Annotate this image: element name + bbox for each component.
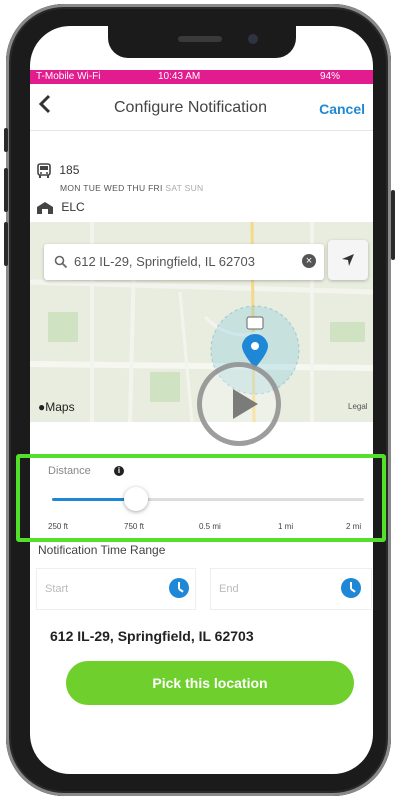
bus-icon bbox=[37, 163, 51, 178]
app-content: T-Mobile Wi-Fi 10:43 AM 94% Configure No… bbox=[30, 0, 373, 801]
bus-stop-icon bbox=[37, 201, 53, 214]
locate-me-button[interactable] bbox=[328, 240, 368, 280]
clear-icon[interactable]: × bbox=[302, 254, 316, 268]
cancel-button[interactable]: Cancel bbox=[319, 101, 365, 117]
end-placeholder: End bbox=[219, 583, 239, 595]
clock-icon[interactable] bbox=[169, 578, 189, 598]
back-button[interactable] bbox=[38, 94, 52, 120]
speaker bbox=[178, 36, 222, 42]
maps-logo-text: Maps bbox=[45, 400, 75, 414]
status-bar: T-Mobile Wi-Fi 10:43 AM 94% bbox=[30, 70, 373, 84]
address-search-field[interactable]: 612 IL-29, Springfield, IL 62703 × bbox=[44, 244, 324, 280]
carrier-label: T-Mobile Wi-Fi bbox=[36, 71, 101, 82]
location-arrow-icon bbox=[342, 254, 354, 266]
clock-icon[interactable] bbox=[341, 578, 361, 598]
selected-address: 612 IL-29, Springfield, IL 62703 bbox=[50, 628, 254, 644]
battery-label: 94% bbox=[320, 71, 341, 82]
time-range-label: Notification Time Range bbox=[38, 543, 166, 557]
days-of-week: MON TUE WED THU FRI SAT SUN bbox=[60, 183, 204, 193]
days-inactive: SAT SUN bbox=[165, 183, 204, 193]
maps-logo: ●Maps bbox=[38, 400, 75, 414]
days-active: MON TUE WED THU FRI bbox=[60, 183, 163, 193]
notch bbox=[108, 26, 296, 58]
route-number: 185 bbox=[59, 163, 80, 178]
page-title: Configure Notification bbox=[114, 99, 267, 116]
route-row: 185 bbox=[36, 163, 79, 179]
end-time-field[interactable]: End bbox=[210, 568, 372, 610]
front-camera bbox=[248, 34, 258, 44]
legal-link[interactable]: Legal bbox=[348, 402, 368, 411]
volume-down-button bbox=[4, 222, 8, 266]
silent-switch bbox=[4, 128, 8, 152]
search-icon bbox=[54, 255, 68, 269]
stop-name: ELC bbox=[61, 200, 85, 214]
chevron-left-icon bbox=[38, 94, 51, 114]
start-time-field[interactable]: Start bbox=[36, 568, 196, 610]
start-placeholder: Start bbox=[45, 583, 69, 595]
clock-label: 10:43 AM bbox=[158, 71, 201, 82]
volume-up-button bbox=[4, 168, 8, 212]
navigation-bar: Configure Notification Cancel bbox=[30, 86, 373, 131]
pick-location-button[interactable]: Pick this location bbox=[66, 661, 354, 705]
video-play-icon[interactable] bbox=[197, 362, 281, 446]
search-input-value[interactable]: 612 IL-29, Springfield, IL 62703 bbox=[74, 254, 255, 269]
stop-row: ELC bbox=[36, 200, 85, 215]
power-button bbox=[391, 190, 395, 260]
highlight-box bbox=[16, 454, 386, 542]
